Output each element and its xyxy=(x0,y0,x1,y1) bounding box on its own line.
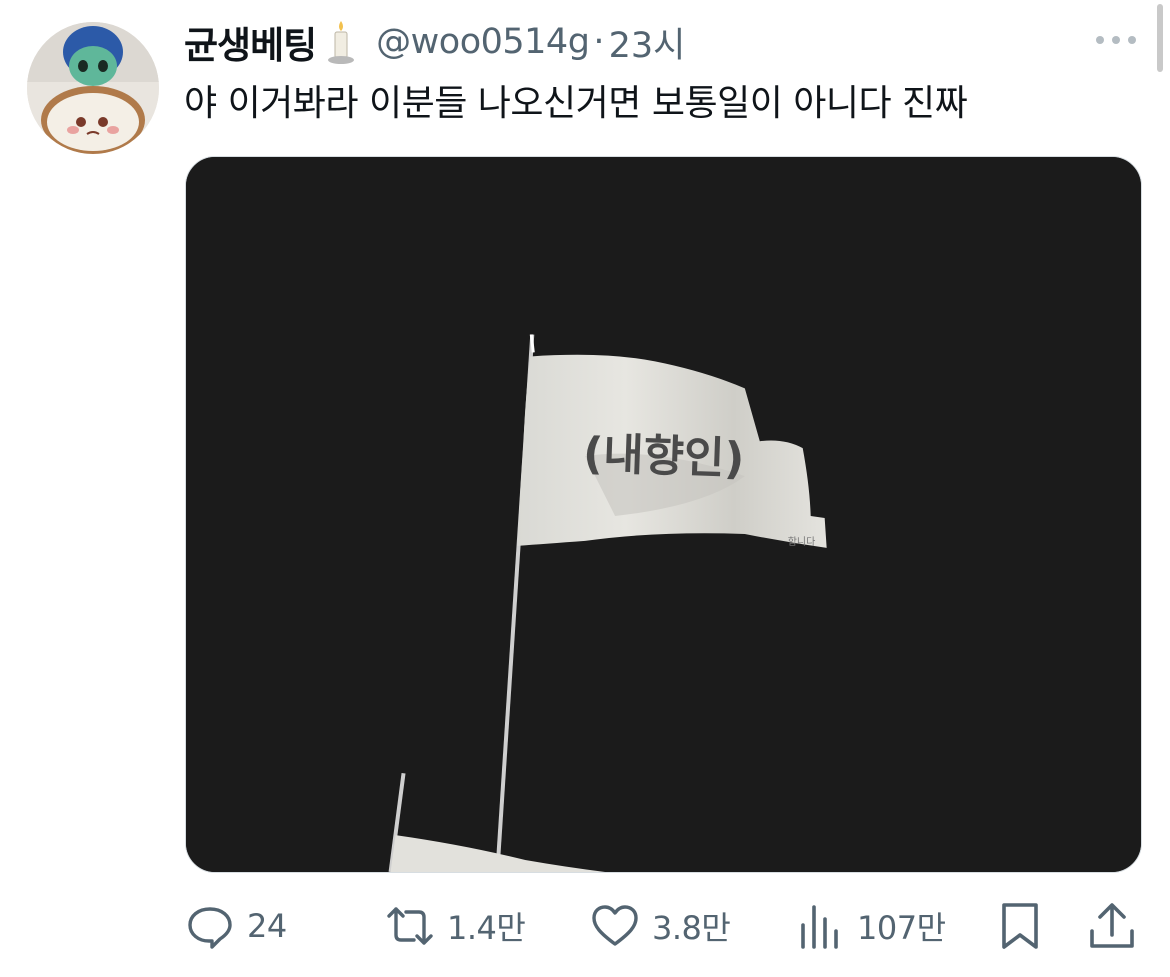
separator-dot: · xyxy=(593,22,605,62)
display-name[interactable]: 균생베팅 xyxy=(184,15,317,69)
tweet-media[interactable]: (내향인) 합니다 xyxy=(185,156,1142,873)
like-count: 3.8만 xyxy=(652,909,731,947)
heart-icon xyxy=(592,905,638,946)
retweet-button[interactable]: 1.4만 xyxy=(385,895,526,957)
reply-button[interactable]: 24 xyxy=(185,895,287,957)
views-button[interactable]: 107만 xyxy=(795,895,946,957)
like-button[interactable]: 3.8만 xyxy=(590,895,731,957)
flag-text: (내향인) xyxy=(582,428,745,485)
retweet-count: 1.4만 xyxy=(447,909,526,947)
scrollbar[interactable] xyxy=(1157,4,1163,72)
flag-photo: (내향인) 합니다 xyxy=(186,157,1141,872)
tweet-actions: 24 1.4만 3.8만 107만 xyxy=(185,895,1145,957)
bookmark-button[interactable] xyxy=(995,895,1045,957)
tweet-text: 야 이거봐라 이분들 나오신거면 보통일이 아니다 진짜 xyxy=(184,83,968,124)
more-options-icon[interactable] xyxy=(1093,30,1139,50)
retweet-icon xyxy=(387,907,433,945)
bookmark-icon xyxy=(1002,903,1038,949)
views-count: 107만 xyxy=(857,909,946,947)
reply-count: 24 xyxy=(247,907,287,945)
tweet-header: 균생베팅 @woo0514g · 23시 xyxy=(184,14,685,70)
candle-icon xyxy=(326,18,356,66)
avatar-image xyxy=(27,22,159,154)
timestamp[interactable]: 23시 xyxy=(609,17,686,68)
user-handle[interactable]: @woo0514g xyxy=(376,22,590,62)
share-icon xyxy=(1090,903,1134,948)
flag-small-text: 합니다 xyxy=(788,536,816,548)
share-button[interactable] xyxy=(1087,895,1137,957)
views-icon xyxy=(801,905,838,949)
reply-icon xyxy=(188,907,232,949)
avatar[interactable] xyxy=(27,22,159,154)
